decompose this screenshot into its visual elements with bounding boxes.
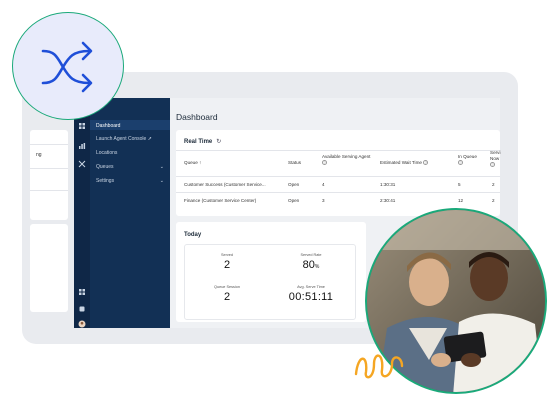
available-agents: 3	[322, 198, 325, 203]
stat-label: Served	[220, 253, 234, 257]
today-card: Today Served 2 Served Rate 80% Queue Ses…	[176, 222, 366, 322]
serving-now-count: 2	[492, 182, 495, 187]
serving-now-count: 2	[492, 198, 495, 203]
column-header-status: Status	[288, 160, 302, 165]
refresh-icon[interactable]: ↻	[216, 139, 221, 145]
page-title: Dashboard	[176, 112, 218, 122]
info-icon[interactable]: ?	[423, 160, 429, 166]
left-pane-card-2	[30, 224, 68, 312]
realtime-card: Real Time ↻ Queue ↑ Status Available Serv…	[176, 130, 500, 216]
left-pane-card: ng	[30, 130, 68, 220]
nav-item-locations[interactable]: Locations	[96, 150, 117, 156]
available-agents: 4	[322, 182, 325, 187]
decorative-squiggle	[354, 354, 404, 379]
column-label: Estimated Wait Time	[380, 160, 422, 165]
in-queue-count: 12	[458, 198, 464, 203]
nav-item-settings[interactable]: Settings	[96, 178, 114, 184]
dashboard-rail-icon[interactable]	[78, 122, 86, 130]
queue-name: Customer Success (Customer Service...	[184, 182, 266, 187]
column-header-wait-time: Estimated Wait Time ?	[380, 160, 429, 166]
chevron-down-icon[interactable]: ⌄	[160, 164, 164, 170]
shuffle-logo-badge	[12, 12, 124, 120]
chevron-down-icon[interactable]: ⌄	[160, 178, 164, 184]
nav-item-launch-agent-console[interactable]: Launch Agent Console ➚	[96, 136, 152, 142]
divider	[30, 190, 68, 191]
icon-rail	[74, 98, 90, 328]
wait-time: 1:30:31	[380, 182, 396, 187]
served-rate-value: 80%	[281, 259, 341, 271]
stat-label: Avg. Serve Time	[297, 285, 325, 289]
column-header-in-queue: In Queue?	[458, 154, 482, 166]
queue-session-value: 2	[223, 291, 231, 303]
queue-name: Finance (Customer Service Center)	[184, 198, 257, 203]
column-label: Servi Now	[490, 150, 501, 161]
apps-grid-icon[interactable]	[78, 288, 86, 296]
side-navigation: Dashboard Launch Agent Console ➚ Locatio…	[90, 98, 170, 328]
queue-status: Open	[288, 182, 300, 187]
left-pane-label: ng	[36, 152, 42, 158]
nav-item-queues[interactable]: Queues	[96, 164, 114, 170]
info-icon[interactable]: ?	[490, 162, 495, 168]
column-label: Available Serving Agent	[322, 154, 371, 159]
divider	[30, 168, 68, 169]
nav-item-dashboard[interactable]: Dashboard	[96, 123, 120, 129]
divider	[176, 150, 500, 151]
analytics-rail-icon[interactable]	[78, 142, 86, 150]
avg-serve-time-value: 00:51:11	[288, 291, 334, 303]
realtime-title-text: Real Time	[184, 139, 213, 145]
column-header-available-agent: Available Serving Agent?	[322, 154, 382, 166]
served-value: 2	[223, 259, 231, 271]
realtime-title: Real Time ↻	[184, 138, 221, 145]
divider	[176, 176, 500, 177]
user-avatar-icon[interactable]	[78, 320, 86, 328]
stat-label: Served Rate	[300, 253, 322, 257]
stat-label: Queue Session	[214, 285, 240, 289]
column-header-queue[interactable]: Queue ↑	[184, 160, 201, 166]
divider	[30, 144, 68, 145]
marketing-composition: ng Dashboard Launch Agent Console ➚ Loca…	[0, 0, 548, 398]
shuffle-icon	[41, 41, 93, 93]
stat-unit: %	[314, 264, 320, 270]
divider	[176, 192, 500, 193]
notification-icon[interactable]	[78, 305, 86, 313]
in-queue-count: 5	[458, 182, 461, 187]
sort-ascending-icon: ↑	[199, 160, 202, 165]
column-label: Queue	[184, 160, 198, 165]
column-header-serving-now: Servi Now?	[490, 150, 504, 168]
info-icon[interactable]: ?	[322, 160, 327, 166]
wait-time: 2:30:41	[380, 198, 396, 203]
today-title: Today	[184, 232, 202, 238]
stat-number: 80	[302, 259, 315, 271]
external-link-icon: ➚	[147, 136, 152, 142]
nav-item-label: Launch Agent Console	[96, 136, 147, 142]
info-icon[interactable]: ?	[458, 160, 463, 166]
tools-rail-icon[interactable]	[78, 160, 86, 168]
queue-status: Open	[288, 198, 300, 203]
column-label: In Queue	[458, 154, 477, 159]
today-stats: Served 2 Served Rate 80% Queue Session 2…	[184, 244, 356, 320]
